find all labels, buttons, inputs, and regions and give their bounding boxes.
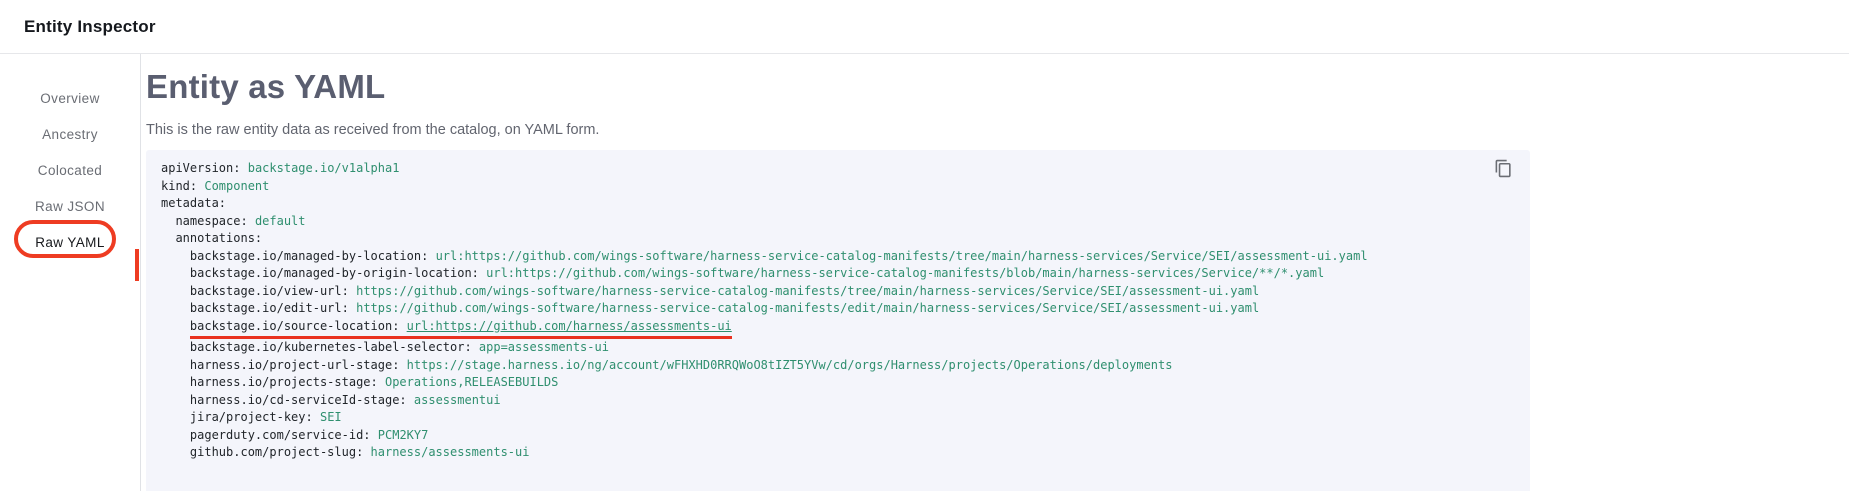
yaml-line: backstage.io/managed-by-origin-location:… <box>161 266 1324 280</box>
dialog-title: Entity Inspector <box>24 17 156 37</box>
yaml-line: backstage.io/edit-url: https://github.co… <box>161 301 1259 315</box>
yaml-line: annotations: <box>161 231 262 245</box>
sidebar-tabs: OverviewAncestryColocatedRaw JSONRaw YAM… <box>0 54 141 491</box>
main-content: Entity as YAML This is the raw entity da… <box>141 54 1849 491</box>
annotated-yaml-line: backstage.io/source-location: url:https:… <box>190 318 732 340</box>
copy-icon[interactable] <box>1494 157 1516 179</box>
yaml-line: pagerduty.com/service-id: PCM2KY7 <box>161 428 428 442</box>
yaml-line: jira/project-key: SEI <box>161 410 342 424</box>
yaml-line: namespace: default <box>161 214 306 228</box>
yaml-line: harness.io/project-url-stage: https://st… <box>161 358 1172 372</box>
page-subtitle: This is the raw entity data as received … <box>146 122 1849 138</box>
sidebar-item-raw-json[interactable]: Raw JSON <box>0 188 140 224</box>
page-title: Entity as YAML <box>146 68 1849 106</box>
yaml-line: harness.io/projects-stage: Operations,RE… <box>161 375 558 389</box>
yaml-line: metadata: <box>161 196 226 210</box>
yaml-line: github.com/project-slug: harness/assessm… <box>161 445 529 459</box>
yaml-line: harness.io/cd-serviceId-stage: assessmen… <box>161 393 501 407</box>
yaml-line: kind: Component <box>161 179 269 193</box>
yaml-line: backstage.io/view-url: https://github.co… <box>161 284 1259 298</box>
sidebar-item-overview[interactable]: Overview <box>0 80 140 116</box>
dialog-body: OverviewAncestryColocatedRaw JSONRaw YAM… <box>0 54 1849 491</box>
yaml-line: backstage.io/managed-by-location: url:ht… <box>161 249 1368 263</box>
yaml-code: apiVersion: backstage.io/v1alpha1 kind: … <box>161 160 1490 462</box>
yaml-line: apiVersion: backstage.io/v1alpha1 <box>161 161 399 175</box>
yaml-line: backstage.io/source-location: url:https:… <box>161 319 732 333</box>
sidebar-item-colocated[interactable]: Colocated <box>0 152 140 188</box>
yaml-code-block: apiVersion: backstage.io/v1alpha1 kind: … <box>146 150 1530 491</box>
yaml-line: backstage.io/kubernetes-label-selector: … <box>161 340 609 354</box>
dialog-header: Entity Inspector <box>0 0 1849 54</box>
sidebar-item-raw-yaml[interactable]: Raw YAML <box>0 224 140 260</box>
sidebar-item-ancestry[interactable]: Ancestry <box>0 116 140 152</box>
